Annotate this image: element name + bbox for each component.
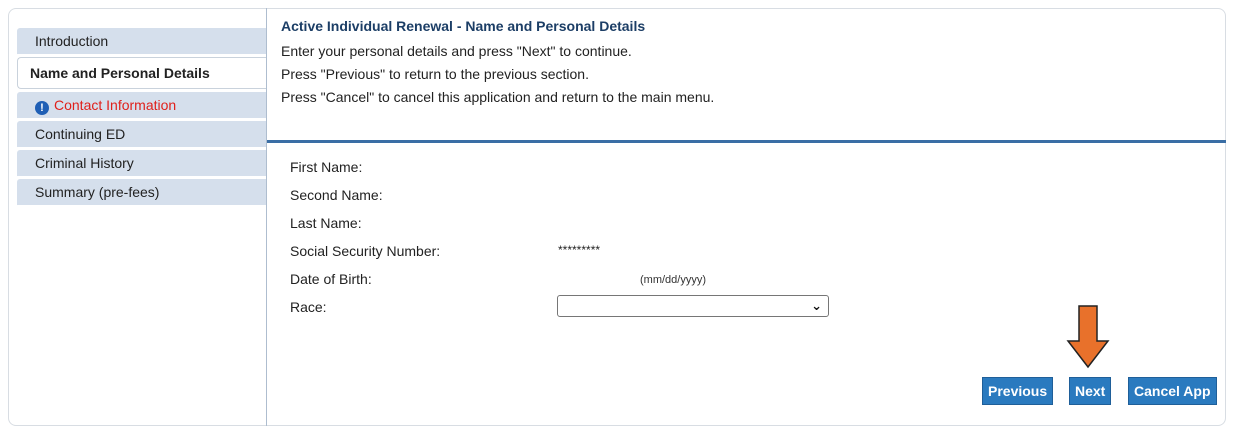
- sidebar-item-contact-information[interactable]: ! Contact Information: [17, 92, 266, 121]
- second-name-label: Second Name:: [290, 187, 383, 203]
- sidebar-item-label: Continuing ED: [35, 126, 126, 142]
- sidebar-divider: [266, 8, 267, 426]
- section-header: Active Individual Renewal - Name and Per…: [281, 18, 1221, 109]
- chevron-down-icon: ⌄: [811, 298, 822, 313]
- arrow-down-icon: [1066, 305, 1110, 369]
- sidebar: Introduction Name and Personal Details !…: [17, 28, 266, 208]
- sidebar-item-label: Name and Personal Details: [30, 65, 210, 81]
- ssn-row: Social Security Number: *********: [290, 239, 1220, 267]
- ssn-value: *********: [558, 243, 601, 257]
- last-name-label: Last Name:: [290, 215, 362, 231]
- first-name-row: First Name:: [290, 155, 1220, 183]
- exclamation-icon: !: [35, 101, 49, 115]
- next-button[interactable]: Next: [1069, 377, 1112, 405]
- dob-label: Date of Birth:: [290, 271, 372, 287]
- sidebar-item-criminal-history[interactable]: Criminal History: [17, 150, 266, 179]
- sidebar-item-label: Introduction: [35, 33, 109, 49]
- sidebar-item-label: Contact Information: [54, 97, 177, 113]
- race-label: Race:: [290, 299, 327, 315]
- header-divider: [267, 140, 1226, 143]
- sidebar-item-introduction[interactable]: Introduction: [17, 28, 266, 57]
- dob-format-hint: (mm/dd/yyyy): [640, 274, 706, 286]
- sidebar-item-label: Summary (pre-fees): [35, 184, 160, 200]
- last-name-row: Last Name:: [290, 211, 1220, 239]
- second-name-row: Second Name:: [290, 183, 1220, 211]
- personal-details-form: First Name: Second Name: Last Name: Soci…: [290, 155, 1220, 329]
- sidebar-item-summary[interactable]: Summary (pre-fees): [17, 179, 266, 208]
- first-name-label: First Name:: [290, 159, 363, 175]
- instruction-line: Press "Cancel" to cancel this applicatio…: [281, 89, 715, 105]
- sidebar-item-label: Criminal History: [35, 155, 134, 171]
- sidebar-item-name-and-personal-details[interactable]: Name and Personal Details: [17, 57, 266, 89]
- ssn-label: Social Security Number:: [290, 243, 441, 259]
- instruction-line: Enter your personal details and press "N…: [281, 43, 632, 59]
- sidebar-item-continuing-ed[interactable]: Continuing ED: [17, 121, 266, 150]
- race-select[interactable]: ⌄: [557, 295, 829, 317]
- previous-button[interactable]: Previous: [982, 377, 1054, 405]
- instruction-line: Press "Previous" to return to the previo…: [281, 66, 589, 82]
- dob-row: Date of Birth: (mm/dd/yyyy): [290, 267, 1220, 295]
- cancel-app-button[interactable]: Cancel App: [1128, 377, 1217, 405]
- page-title: Active Individual Renewal - Name and Per…: [281, 18, 646, 34]
